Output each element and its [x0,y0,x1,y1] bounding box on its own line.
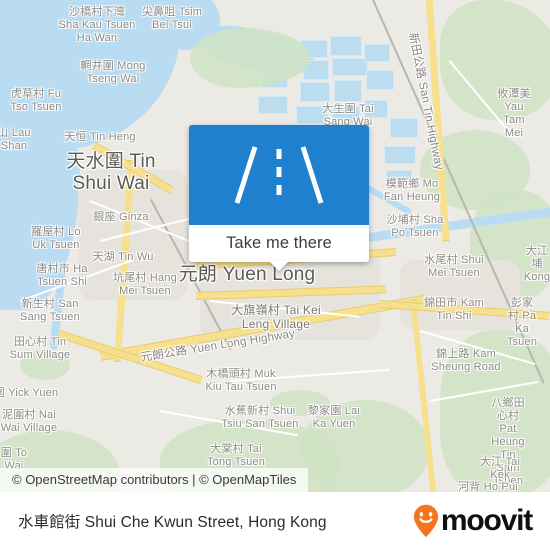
map-fishponds-m [258,96,288,114]
map-green-c1 [270,390,330,416]
map-fishponds-i [364,44,390,62]
map-pin-smiley-icon [413,504,438,538]
map-attribution: © OpenStreetMap contributors | © OpenMap… [0,468,309,492]
map-green-s2 [300,400,430,492]
map-fishponds-d [332,58,368,76]
map-fishponds-h [332,106,360,124]
take-me-there-callout[interactable]: Take me there [189,125,369,271]
map-fishponds-g [296,106,328,124]
map-green-ne [440,0,550,120]
map-green-w1 [20,350,70,380]
road-perspective-icon [234,146,324,204]
map-fishponds-f [334,80,362,102]
map-fishponds-e [300,82,330,102]
moovit-wordmark: moovit [440,504,533,537]
map-fishponds-j [366,70,394,90]
map-screenshot-page: 沙橋村下灣 Sha Kau Tsuen Ha Wan 尖鼻咀 Tsim Bei T… [0,0,550,550]
map-fishponds-o [384,146,416,164]
map-fishponds-b [330,36,362,56]
map-fishponds-n [390,118,418,138]
map-fishponds-k [364,100,388,118]
callout-image [189,125,369,225]
moovit-logo[interactable]: moovit [413,504,533,538]
street-title: 水車館街 Shui Che Kwun Street, Hong Kong [18,514,327,531]
callout-label[interactable]: Take me there [189,225,369,262]
map-green-se [440,330,550,492]
footer-bar: 水車館街 Shui Che Kwun Street, Hong Kong moo… [0,492,550,550]
map-fishponds-p [386,170,412,186]
callout-pointer-tail [269,261,289,271]
